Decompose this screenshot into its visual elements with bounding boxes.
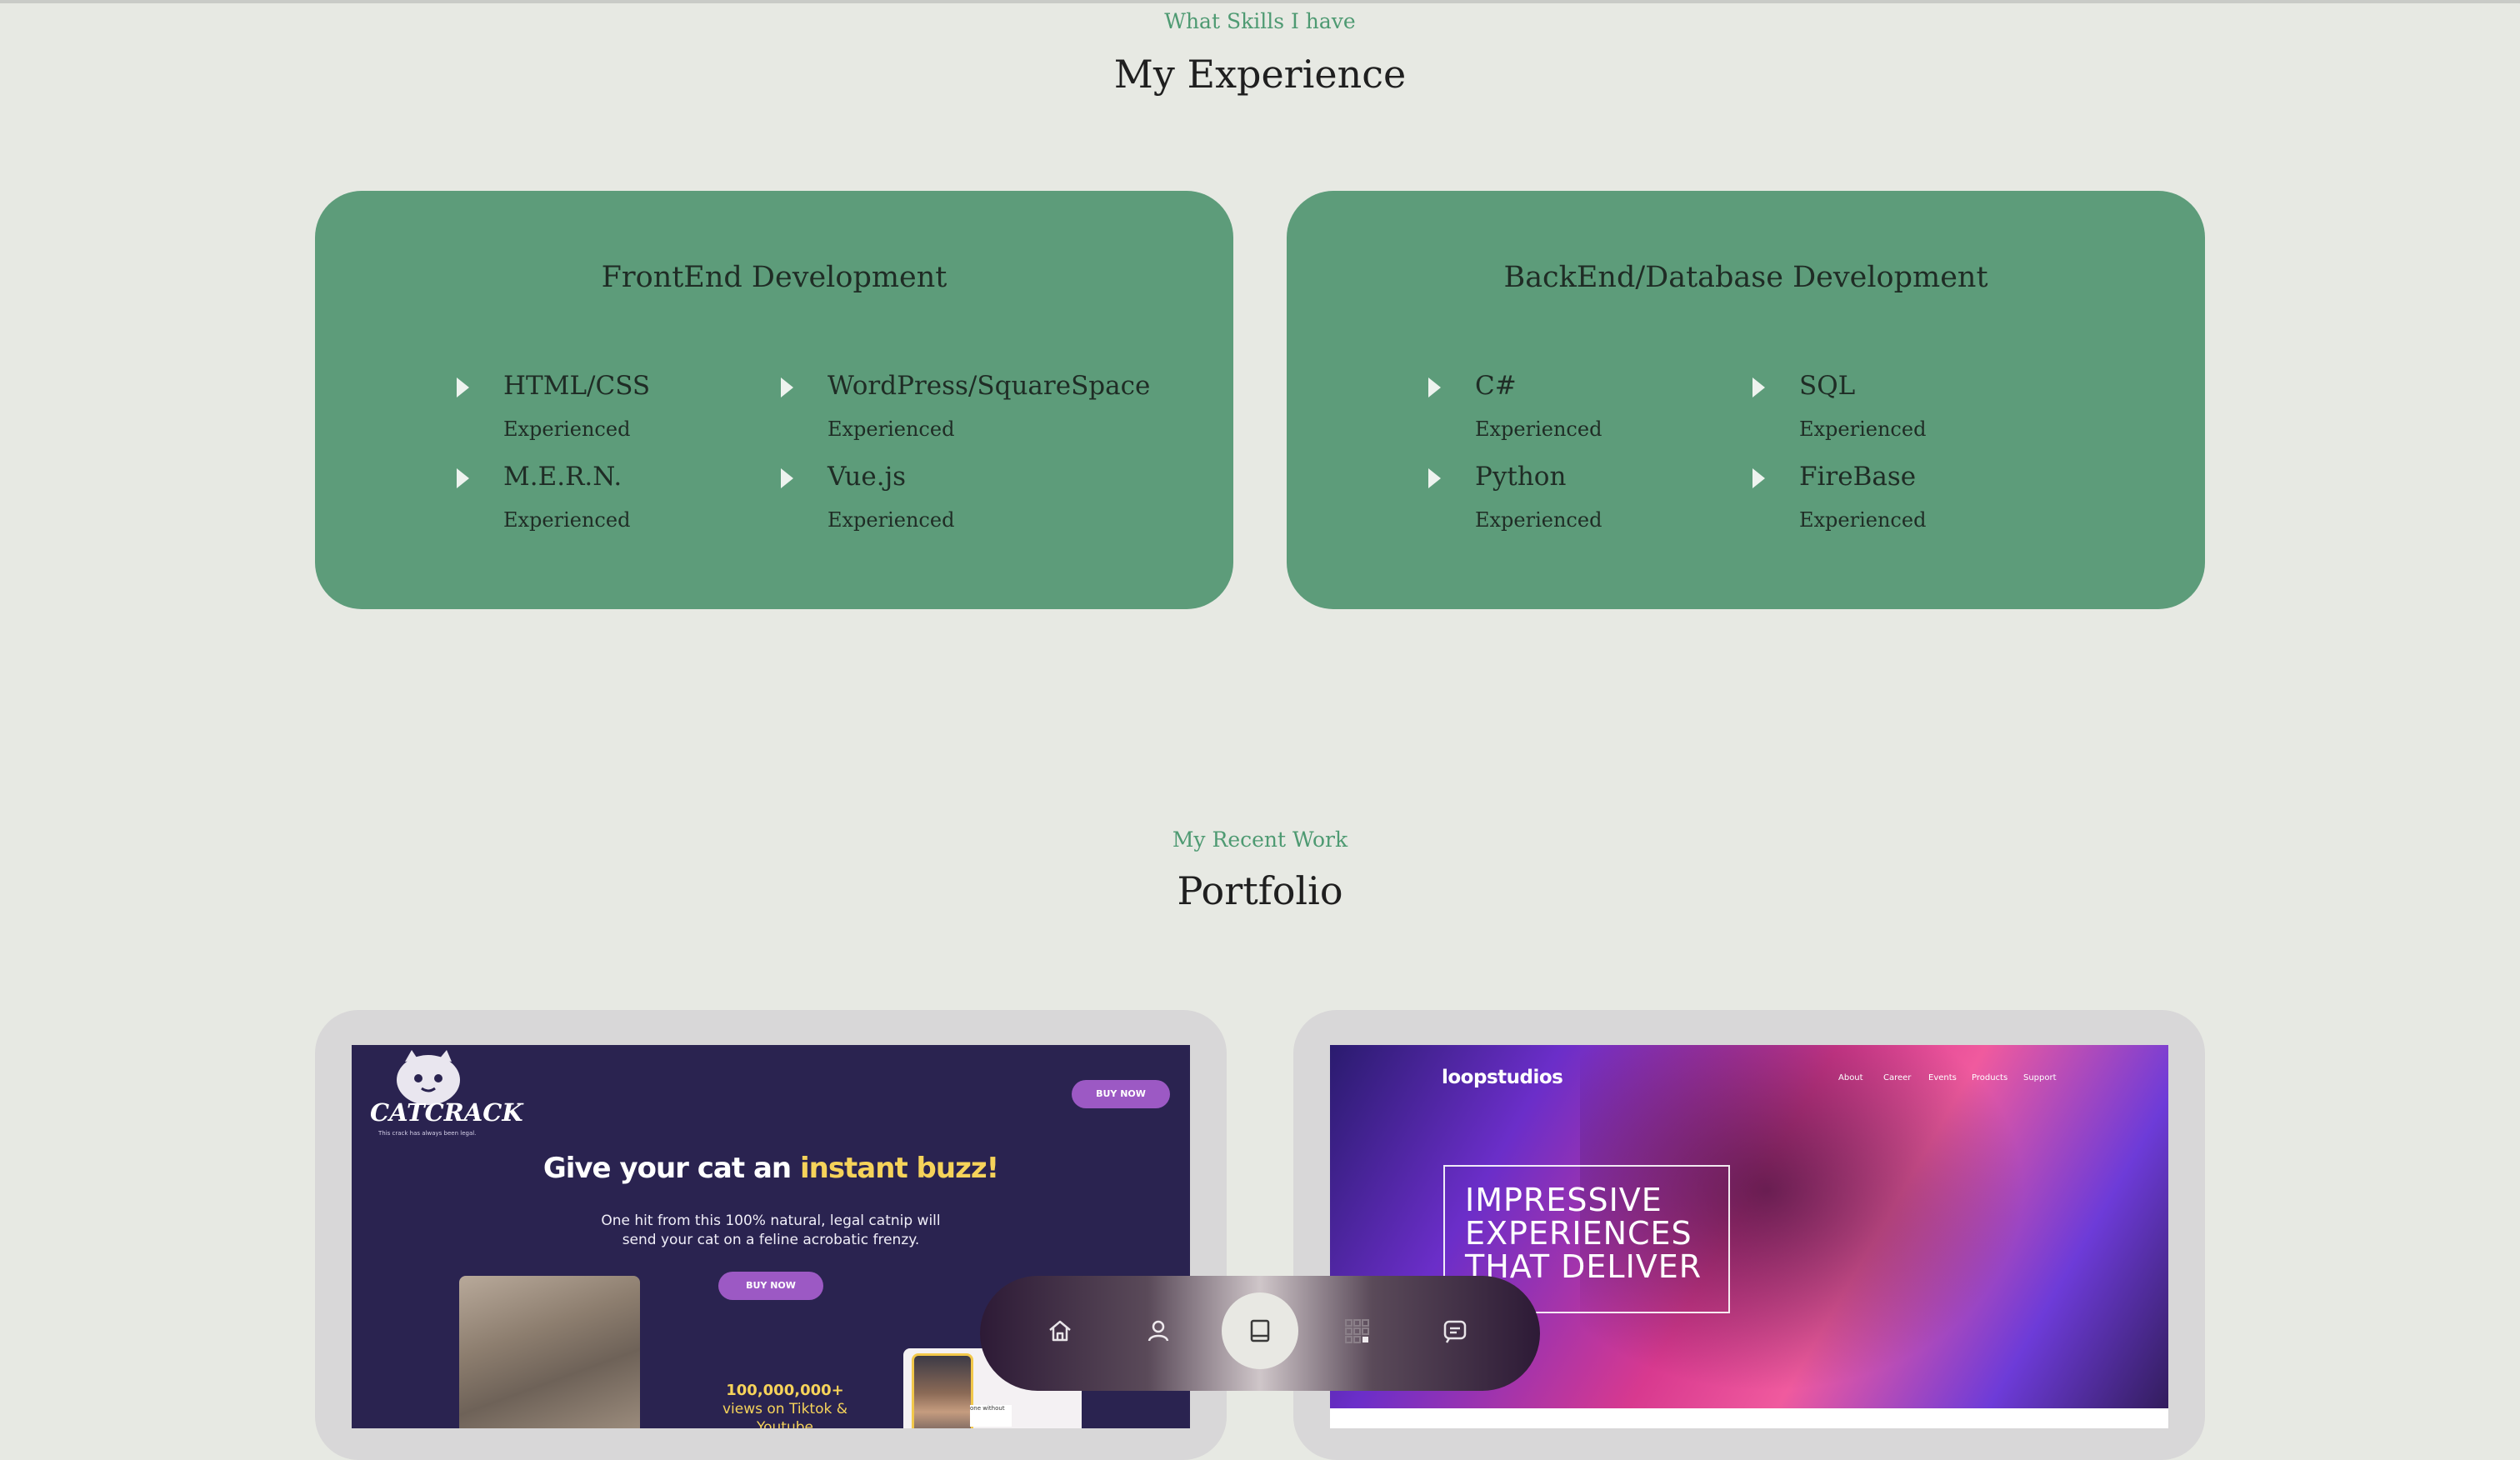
experience-subtitle: What Skills I have [1164, 9, 1356, 33]
hero-headline: IMPRESSIVE EXPERIENCES THAT DELIVER [1465, 1183, 1702, 1283]
skill-level: Experienced [1799, 418, 1927, 441]
experience-title: My Experience [1113, 52, 1407, 97]
hero-line: EXPERIENCES [1465, 1215, 1692, 1252]
brand-logo-text: CATCRACK [370, 1098, 523, 1127]
floating-nav [980, 1276, 1540, 1391]
skill-level: Experienced [503, 418, 631, 441]
caret-right-icon [1428, 468, 1441, 488]
skill-level: Experienced [1799, 508, 1927, 532]
skill-name: WordPress/SquareSpace [828, 371, 1151, 401]
skill-name: Vue.js [828, 462, 907, 492]
caret-right-icon [457, 468, 469, 488]
caret-right-icon [781, 468, 793, 488]
nav-about-button[interactable] [1120, 1292, 1197, 1369]
caret-right-icon [781, 378, 793, 398]
nav-contact-button[interactable] [1417, 1292, 1493, 1369]
caret-right-icon [457, 378, 469, 398]
caret-right-icon [1752, 378, 1765, 398]
user-icon [1148, 1320, 1169, 1342]
brand-tagline: This crack has always been legal. [378, 1130, 477, 1137]
nav-experience-button[interactable] [1222, 1292, 1298, 1369]
grid-icon [1345, 1319, 1369, 1343]
caret-right-icon [1752, 468, 1765, 488]
preview-caption: one without [970, 1405, 1012, 1427]
frontend-card: FrontEnd Development HTML/CSS Experience… [315, 191, 1233, 609]
book-icon [1250, 1319, 1270, 1342]
headline-highlight: instant buzz! [799, 1152, 999, 1185]
message-icon [1443, 1320, 1467, 1343]
skill-level: Experienced [1475, 508, 1602, 532]
nav-link-products[interactable]: Products [1972, 1073, 2008, 1082]
hero-line: IMPRESSIVE [1465, 1182, 1662, 1218]
skill-name: C# [1475, 371, 1517, 401]
portfolio-subtitle: My Recent Work [1172, 828, 1348, 852]
home-icon [1049, 1320, 1071, 1342]
skill-level: Experienced [1475, 418, 1602, 441]
headline-start: Give your cat an [542, 1152, 800, 1185]
nav-link-about[interactable]: About [1838, 1073, 1863, 1082]
page-strip [1330, 1408, 2168, 1428]
skill-name: FireBase [1799, 462, 1917, 492]
card-title: FrontEnd Development [601, 261, 948, 294]
skill-name: HTML/CSS [503, 371, 651, 401]
hero-headline: Give your cat an instant buzz! [352, 1152, 1190, 1185]
backend-card: BackEnd/Database Development C# Experien… [1287, 191, 2205, 609]
skill-name: SQL [1799, 371, 1856, 401]
brand-logo-text: loopstudios [1442, 1067, 1563, 1088]
top-border [0, 0, 2520, 3]
nav-home-button[interactable] [1022, 1292, 1098, 1369]
nav-portfolio-button[interactable] [1318, 1292, 1395, 1369]
nav-link-events[interactable]: Events [1928, 1073, 1957, 1082]
portfolio-item-catcrack[interactable]: CATCRACK This crack has always been lega… [315, 1010, 1227, 1460]
skill-level: Experienced [828, 508, 955, 532]
nav-link-support[interactable]: Support [2023, 1073, 2057, 1082]
cat-photo [459, 1276, 640, 1428]
buy-now-button[interactable]: BUY NOW [718, 1272, 823, 1300]
portfolio-title: Portfolio [1177, 868, 1343, 913]
buy-now-top-button[interactable]: BUY NOW [1072, 1080, 1170, 1108]
portfolio-item-loopstudios[interactable]: loopstudios About Career Events Products… [1293, 1010, 2205, 1460]
video-thumbnail [912, 1353, 973, 1428]
skill-name: Python [1475, 462, 1567, 492]
skill-name: M.E.R.N. [503, 462, 622, 492]
hero-body: One hit from this 100% natural, legal ca… [601, 1212, 941, 1248]
stat-value: 100,000,000+ [726, 1382, 844, 1399]
nav-link-career[interactable]: Career [1883, 1073, 1911, 1082]
caret-right-icon [1428, 378, 1441, 398]
skill-level: Experienced [503, 508, 631, 532]
stat-text: views on Tiktok & Youtube [722, 1401, 848, 1428]
card-title: BackEnd/Database Development [1503, 261, 1988, 294]
skill-level: Experienced [828, 418, 955, 441]
